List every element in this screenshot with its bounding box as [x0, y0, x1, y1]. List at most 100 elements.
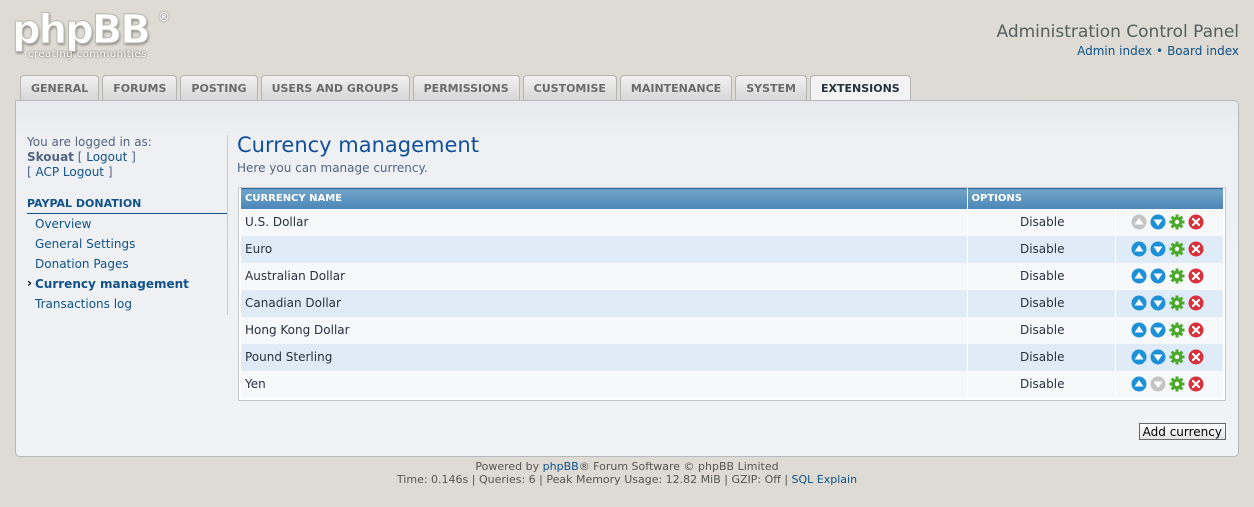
row-actions — [1115, 343, 1223, 371]
page-title: Currency management — [237, 133, 479, 157]
footer-stats: Time: 0.146s | Queries: 6 | Peak Memory … — [396, 473, 789, 486]
username: Skouat — [27, 150, 74, 164]
tab-customise[interactable]: CUSTOMISE — [522, 75, 617, 100]
column-options: OPTIONS — [967, 188, 1223, 209]
edit-gear-icon[interactable] — [1169, 214, 1185, 230]
tab-maintenance[interactable]: MAINTENANCE — [619, 75, 733, 100]
table-row: U.S. Dollar Disable — [241, 208, 1223, 236]
disable-link[interactable]: Disable — [967, 289, 1116, 317]
move-down-icon[interactable] — [1150, 349, 1166, 365]
row-actions — [1115, 208, 1223, 236]
move-up-icon[interactable] — [1131, 268, 1147, 284]
move-down-icon[interactable] — [1150, 214, 1166, 230]
sidebar-menu: Overview General Settings Donation Pages… — [27, 217, 227, 317]
move-down-icon[interactable] — [1150, 268, 1166, 284]
edit-gear-icon[interactable] — [1169, 241, 1185, 257]
sidebar-item-transactions-log[interactable]: Transactions log — [27, 297, 227, 317]
currency-name: Hong Kong Dollar — [241, 316, 968, 344]
delete-icon[interactable] — [1188, 268, 1204, 284]
phpbb-logo[interactable]: phpBB ® creating communities — [12, 8, 172, 64]
footer: Powered by phpBB® Forum Software © phpBB… — [0, 460, 1254, 486]
footer-powered-suffix: ® Forum Software © phpBB Limited — [578, 460, 779, 473]
move-up-disabled-icon — [1131, 214, 1147, 230]
delete-icon[interactable] — [1188, 376, 1204, 392]
edit-gear-icon[interactable] — [1169, 268, 1185, 284]
move-down-icon[interactable] — [1150, 322, 1166, 338]
logout-link[interactable]: Logout — [86, 150, 127, 164]
row-actions — [1115, 262, 1223, 290]
sidebar-item-currency-management[interactable]: Currency management — [27, 276, 227, 297]
tab-posting[interactable]: POSTING — [180, 75, 258, 100]
edit-gear-icon[interactable] — [1169, 349, 1185, 365]
currency-name: Yen — [241, 370, 968, 398]
logo-registered-mark: ® — [158, 10, 170, 24]
delete-icon[interactable] — [1188, 349, 1204, 365]
header-links: Admin index • Board index — [1077, 44, 1239, 58]
row-actions — [1115, 316, 1223, 344]
admin-index-link[interactable]: Admin index — [1077, 44, 1152, 58]
move-up-icon[interactable] — [1131, 376, 1147, 392]
sidebar-section-title: PAYPAL DONATION — [27, 197, 227, 214]
disable-link[interactable]: Disable — [967, 208, 1116, 236]
move-up-icon[interactable] — [1131, 349, 1147, 365]
table-row: Australian Dollar Disable — [241, 262, 1223, 290]
sidebar-item-general-settings[interactable]: General Settings — [27, 237, 227, 257]
edit-gear-icon[interactable] — [1169, 295, 1185, 311]
delete-icon[interactable] — [1188, 214, 1204, 230]
tab-users-and-groups[interactable]: USERS AND GROUPS — [260, 75, 410, 100]
currency-name: U.S. Dollar — [241, 208, 968, 236]
table-row: Yen Disable — [241, 370, 1223, 398]
delete-icon[interactable] — [1188, 241, 1204, 257]
tab-general[interactable]: GENERAL — [20, 75, 100, 100]
delete-icon[interactable] — [1188, 295, 1204, 311]
currency-name: Canadian Dollar — [241, 289, 968, 317]
logged-in-label: You are logged in as: — [27, 135, 152, 149]
move-up-icon[interactable] — [1131, 241, 1147, 257]
login-info: You are logged in as: Skouat [ Logout ] … — [27, 135, 152, 179]
sidebar-item-donation-pages[interactable]: Donation Pages — [27, 257, 227, 277]
row-actions — [1115, 235, 1223, 263]
acp-title: Administration Control Panel — [996, 22, 1239, 42]
move-up-icon[interactable] — [1131, 295, 1147, 311]
logo-text: phpBB — [12, 7, 152, 53]
board-index-link[interactable]: Board index — [1167, 44, 1239, 58]
tab-permissions[interactable]: PERMISSIONS — [412, 75, 520, 100]
page-description: Here you can manage currency. — [237, 161, 428, 175]
main-panel: You are logged in as: Skouat [ Logout ] … — [15, 100, 1239, 457]
currency-name: Australian Dollar — [241, 262, 968, 290]
currency-table: CURRENCY NAME OPTIONS U.S. Dollar Disable… — [238, 187, 1226, 401]
table-row: Pound Sterling Disable — [241, 343, 1223, 371]
tab-extensions[interactable]: EXTENSIONS — [809, 75, 911, 101]
row-actions — [1115, 289, 1223, 317]
add-currency-button[interactable]: Add currency — [1138, 423, 1226, 440]
move-down-icon[interactable] — [1150, 295, 1166, 311]
edit-gear-icon[interactable] — [1169, 322, 1185, 338]
sql-explain-link[interactable]: SQL Explain — [792, 473, 858, 486]
disable-link[interactable]: Disable — [967, 343, 1116, 371]
logo-tagline: creating communities — [28, 49, 147, 60]
move-up-icon[interactable] — [1131, 322, 1147, 338]
sidebar-item-overview[interactable]: Overview — [27, 217, 227, 237]
tab-forums[interactable]: FORUMS — [102, 75, 178, 100]
disable-link[interactable]: Disable — [967, 370, 1116, 398]
currency-name: Euro — [241, 235, 968, 263]
column-currency-name: CURRENCY NAME — [241, 188, 968, 209]
move-down-disabled-icon — [1150, 376, 1166, 392]
header-link-separator: • — [1156, 44, 1164, 58]
sidebar-divider — [227, 135, 228, 315]
tab-system[interactable]: SYSTEM — [735, 75, 807, 100]
footer-powered-prefix: Powered by — [475, 460, 540, 473]
delete-icon[interactable] — [1188, 322, 1204, 338]
acp-logout-link[interactable]: ACP Logout — [36, 165, 105, 179]
disable-link[interactable]: Disable — [967, 316, 1116, 344]
row-actions — [1115, 370, 1223, 398]
edit-gear-icon[interactable] — [1169, 376, 1185, 392]
table-row: Hong Kong Dollar Disable — [241, 316, 1223, 344]
disable-link[interactable]: Disable — [967, 262, 1116, 290]
currency-name: Pound Sterling — [241, 343, 968, 371]
phpbb-link[interactable]: phpBB — [543, 460, 579, 473]
table-row: Euro Disable — [241, 235, 1223, 263]
currency-rows: U.S. Dollar Disable Euro Disable Australian … — [241, 208, 1223, 398]
disable-link[interactable]: Disable — [967, 235, 1116, 263]
move-down-icon[interactable] — [1150, 241, 1166, 257]
